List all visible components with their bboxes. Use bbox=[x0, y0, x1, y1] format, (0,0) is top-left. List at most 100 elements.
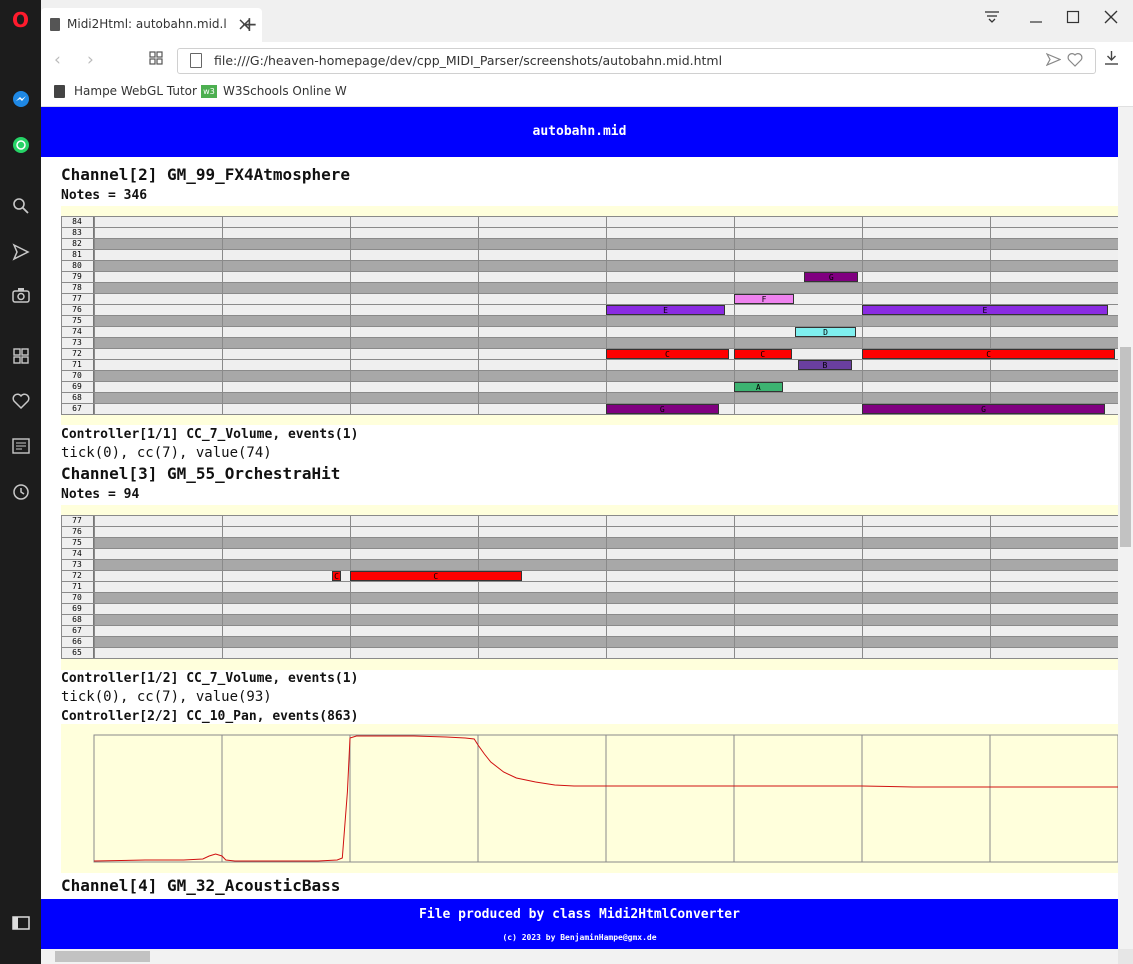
pitch-label: 69 bbox=[61, 604, 94, 614]
piano-roll-row: 73 bbox=[61, 337, 1118, 348]
send-icon[interactable] bbox=[0, 238, 41, 266]
beat-line bbox=[990, 216, 991, 414]
horizontal-scrollbar[interactable] bbox=[41, 949, 1118, 964]
note-block: C bbox=[862, 349, 1116, 359]
piano-roll-row: 75 bbox=[61, 315, 1118, 326]
channel-heading: Channel[3] GM_55_OrchestraHit bbox=[61, 464, 341, 483]
pitch-label: 67 bbox=[61, 404, 94, 414]
news-icon[interactable] bbox=[0, 432, 41, 460]
heart-icon[interactable] bbox=[0, 387, 41, 415]
piano-roll-row: 76 bbox=[61, 526, 1118, 537]
piano-roll-row: 73 bbox=[61, 559, 1118, 570]
pitch-label: 75 bbox=[61, 316, 94, 326]
tab-menu-icon[interactable] bbox=[984, 9, 1000, 28]
vertical-scrollbar[interactable] bbox=[1118, 107, 1133, 949]
footer-copyright: (c) 2023 by BenjaminHampe@gmx.de bbox=[502, 933, 657, 942]
beat-line bbox=[94, 216, 95, 414]
beat-line bbox=[350, 515, 351, 658]
beat-line bbox=[94, 515, 95, 658]
pitch-label: 80 bbox=[61, 261, 94, 271]
messenger-icon[interactable] bbox=[0, 85, 41, 113]
controller-title: Controller[1/1] CC_7_Volume, events(1) bbox=[61, 427, 359, 442]
url-field[interactable]: file:///G:/heaven-homepage/dev/cpp_MIDI_… bbox=[177, 48, 1096, 74]
pitch-label: 65 bbox=[61, 648, 94, 658]
piano-roll-row: 69 bbox=[61, 603, 1118, 614]
note-block: B bbox=[798, 360, 852, 370]
pitch-label: 77 bbox=[61, 516, 94, 526]
pitch-label: 72 bbox=[61, 571, 94, 581]
piano-roll-row: 70 bbox=[61, 370, 1118, 381]
note-block: C bbox=[606, 349, 729, 359]
page-title: autobahn.mid bbox=[41, 107, 1118, 157]
forward-icon[interactable]: › bbox=[87, 50, 94, 70]
scrollbar-thumb[interactable] bbox=[55, 951, 150, 962]
note-block: C bbox=[734, 349, 792, 359]
new-tab-button[interactable]: + bbox=[241, 12, 258, 36]
page-icon bbox=[190, 53, 202, 68]
maximize-button[interactable] bbox=[1066, 9, 1080, 28]
speed-dial-icon[interactable] bbox=[0, 342, 41, 370]
tab-title: Midi2Html: autobahn.mid.l bbox=[67, 17, 227, 31]
piano-roll-row: 74 bbox=[61, 326, 1118, 337]
history-icon[interactable] bbox=[0, 478, 41, 506]
pitch-label: 73 bbox=[61, 338, 94, 348]
beat-line bbox=[350, 216, 351, 414]
pitch-label: 76 bbox=[61, 305, 94, 315]
camera-icon[interactable] bbox=[0, 281, 41, 309]
pitch-label: 66 bbox=[61, 637, 94, 647]
grid-line bbox=[61, 414, 1118, 415]
minimize-button[interactable] bbox=[1029, 9, 1043, 28]
sidebar-toggle-icon[interactable] bbox=[0, 909, 41, 937]
download-icon[interactable] bbox=[1104, 50, 1119, 70]
note-block: G bbox=[606, 404, 719, 414]
pitch-label: 70 bbox=[61, 371, 94, 381]
pitch-label: 83 bbox=[61, 228, 94, 238]
bookmark-w3schools[interactable]: w3 W3Schools Online W bbox=[201, 84, 347, 98]
search-icon[interactable] bbox=[0, 192, 41, 220]
beat-line bbox=[222, 216, 223, 414]
piano-roll-row: 67 bbox=[61, 625, 1118, 636]
browser-sidebar: O bbox=[0, 0, 41, 964]
opera-logo-icon[interactable]: O bbox=[0, 6, 41, 34]
note-block: F bbox=[734, 294, 795, 304]
pitch-label: 69 bbox=[61, 382, 94, 392]
scrollbar-thumb[interactable] bbox=[1120, 347, 1131, 547]
bookmark-heart-icon[interactable] bbox=[1067, 52, 1083, 71]
pitch-label: 82 bbox=[61, 239, 94, 249]
back-icon[interactable]: ‹ bbox=[54, 50, 61, 70]
piano-roll-row: 83 bbox=[61, 227, 1118, 238]
controller-title: Controller[2/2] CC_10_Pan, events(863) bbox=[61, 709, 359, 724]
beat-line bbox=[734, 515, 735, 658]
close-window-button[interactable] bbox=[1104, 9, 1118, 28]
piano-roll-row: 72 bbox=[61, 570, 1118, 581]
note-block: D bbox=[795, 327, 856, 337]
whatsapp-icon[interactable] bbox=[0, 131, 41, 159]
tabs-overview-icon[interactable] bbox=[149, 50, 163, 70]
pitch-label: 78 bbox=[61, 283, 94, 293]
grid-line bbox=[61, 658, 1118, 659]
url-text[interactable]: file:///G:/heaven-homepage/dev/cpp_MIDI_… bbox=[214, 53, 722, 68]
beat-line bbox=[990, 515, 991, 658]
address-bar: ‹ › file:///G:/heaven-homepage/dev/cpp_M… bbox=[41, 42, 1133, 78]
pitch-label: 74 bbox=[61, 549, 94, 559]
pan-chart-svg bbox=[93, 734, 1118, 863]
send-page-icon[interactable] bbox=[1045, 52, 1062, 71]
pitch-label: 73 bbox=[61, 560, 94, 570]
piano-roll-row: 68 bbox=[61, 392, 1118, 403]
piano-roll-row: 68 bbox=[61, 614, 1118, 625]
piano-roll-row: 80 bbox=[61, 260, 1118, 271]
beat-line bbox=[606, 515, 607, 658]
pitch-label: 68 bbox=[61, 615, 94, 625]
browser-tab[interactable]: Midi2Html: autobahn.mid.l × bbox=[41, 8, 262, 42]
pitch-label: 74 bbox=[61, 327, 94, 337]
note-block: C bbox=[350, 571, 522, 581]
note-block: A bbox=[734, 382, 783, 392]
note-block: E bbox=[606, 305, 726, 315]
page-footer: File produced by class Midi2HtmlConverte… bbox=[41, 899, 1118, 949]
bookmark-label: Hampe WebGL Tutor bbox=[74, 84, 197, 98]
notes-count: Notes = 346 bbox=[61, 188, 148, 203]
pitch-label: 79 bbox=[61, 272, 94, 282]
pitch-label: 84 bbox=[61, 217, 94, 227]
beat-line bbox=[222, 515, 223, 658]
bookmark-hampe-webgl[interactable]: Hampe WebGL Tutor bbox=[54, 84, 197, 98]
